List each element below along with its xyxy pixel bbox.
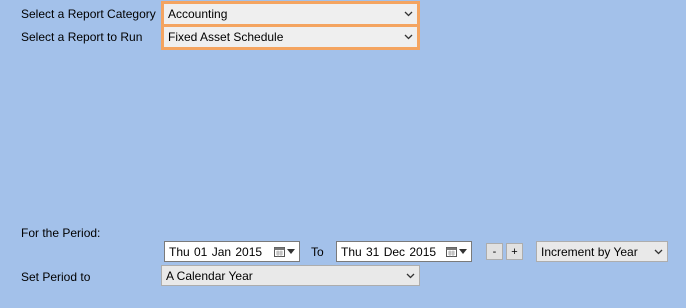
increment-value: Increment by Year — [541, 244, 638, 259]
to-date-value: Thu 31 Dec 2015 — [341, 244, 437, 259]
calendar-icon[interactable] — [441, 246, 471, 257]
set-period-select[interactable]: A Calendar Year — [161, 265, 420, 286]
to-label: To — [311, 245, 324, 259]
decrement-period-button[interactable]: - — [486, 243, 503, 260]
report-category-label: Select a Report Category — [21, 7, 156, 21]
report-run-value: Fixed Asset Schedule — [168, 30, 284, 44]
increment-period-button[interactable]: + — [506, 243, 523, 260]
from-date-picker[interactable]: Thu 01 Jan 2015 — [164, 241, 300, 262]
calendar-icon[interactable] — [269, 246, 299, 257]
set-period-value: A Calendar Year — [166, 268, 253, 283]
chevron-down-icon — [399, 34, 417, 40]
to-date-picker[interactable]: Thu 31 Dec 2015 — [336, 241, 472, 262]
chevron-down-icon — [399, 11, 417, 17]
chevron-down-icon — [401, 273, 419, 279]
period-heading: For the Period: — [21, 226, 101, 240]
report-run-label: Select a Report to Run — [21, 30, 143, 44]
report-category-value: Accounting — [168, 7, 228, 21]
set-period-label: Set Period to — [21, 270, 91, 284]
from-date-value: Thu 01 Jan 2015 — [169, 244, 263, 259]
increment-select[interactable]: Increment by Year — [536, 241, 668, 262]
report-run-select[interactable]: Fixed Asset Schedule — [161, 24, 420, 50]
chevron-down-icon — [649, 249, 667, 255]
